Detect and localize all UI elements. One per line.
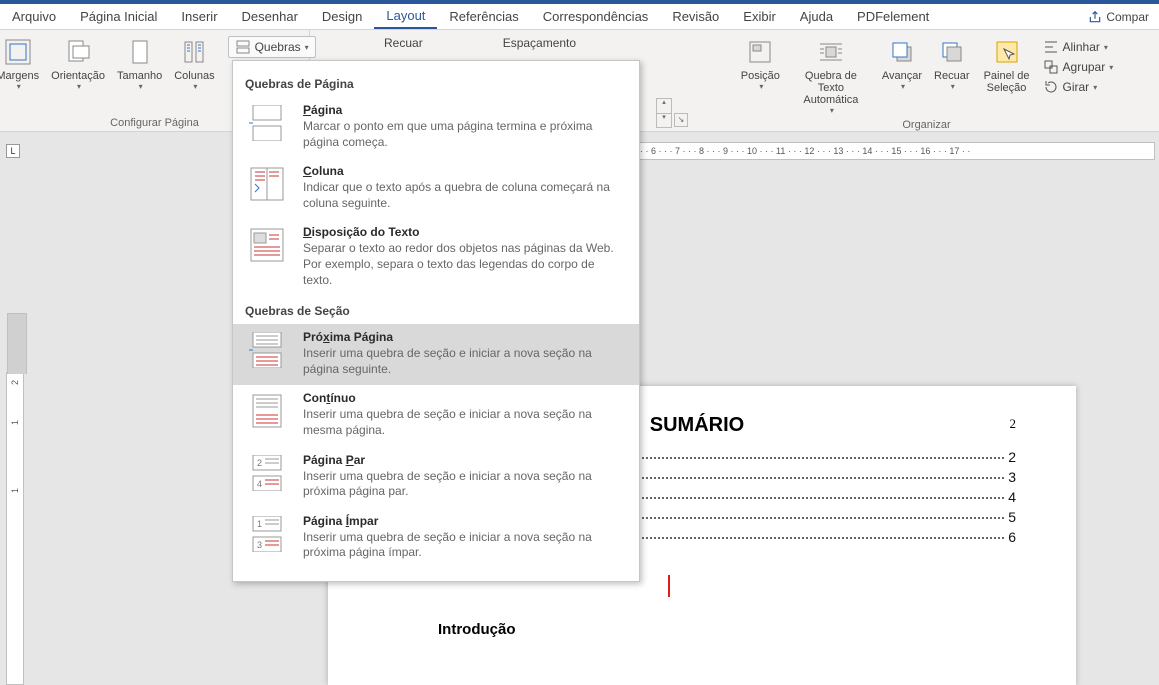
bring-forward-button[interactable]: Avançar — [879, 34, 925, 93]
bring-forward-icon — [886, 36, 918, 68]
page-break-icon — [245, 105, 289, 141]
group-label: Agrupar — [1063, 60, 1106, 74]
menu-design[interactable]: Design — [310, 4, 374, 29]
tab-selector[interactable]: L — [6, 144, 20, 158]
wrap-text-label: Quebra de Texto Automática — [792, 70, 870, 106]
send-backward-icon — [936, 36, 968, 68]
size-icon — [124, 36, 156, 68]
dd-next-page-title: Próxima Página — [303, 330, 627, 344]
menu-referencias[interactable]: Referências — [437, 4, 530, 29]
position-icon — [744, 36, 776, 68]
margins-icon — [2, 36, 34, 68]
breaks-button[interactable]: Quebras ▾ — [228, 36, 316, 58]
send-backward-button[interactable]: Recuar — [931, 34, 972, 93]
svg-text:2: 2 — [257, 458, 262, 468]
menu-pagina-inicial[interactable]: Página Inicial — [68, 4, 169, 29]
menu-desenhar[interactable]: Desenhar — [230, 4, 310, 29]
menu-exibir[interactable]: Exibir — [731, 4, 788, 29]
vertical-ruler[interactable]: 2 1 1 — [6, 372, 24, 685]
indent-label: Recuar — [384, 36, 423, 50]
columns-label: Colunas — [174, 70, 214, 82]
send-backward-label: Recuar — [934, 70, 969, 82]
dd-section-section-breaks: Quebras de Seção — [233, 296, 639, 324]
rotate-button[interactable]: Girar▾ — [1041, 78, 1116, 96]
wrap-text-icon — [815, 36, 847, 68]
margins-label: Margens — [0, 70, 39, 82]
align-label: Alinhar — [1063, 40, 1100, 54]
svg-text:4: 4 — [257, 479, 262, 489]
menu-correspondencias[interactable]: Correspondências — [531, 4, 661, 29]
size-label: Tamanho — [117, 70, 162, 82]
dd-item-next-page[interactable]: Próxima PáginaInserir uma quebra de seçã… — [233, 324, 639, 385]
breaks-dropdown: Quebras de Página PáginaMarcar o ponto e… — [232, 60, 640, 582]
group-page-setup-label: Configurar Página — [110, 115, 199, 129]
margins-button[interactable]: Margens — [0, 34, 42, 93]
selection-pane-label: Painel de Seleção — [982, 70, 1032, 94]
dd-item-page[interactable]: PáginaMarcar o ponto em que uma página t… — [233, 97, 639, 158]
align-icon — [1043, 39, 1059, 55]
next-page-icon — [245, 332, 289, 368]
dd-even-page-title: Página Par — [303, 453, 627, 467]
page-number: 2 — [1010, 416, 1017, 432]
spinner[interactable]: ▴▾ — [656, 98, 672, 128]
svg-text:3: 3 — [257, 540, 262, 550]
introducao-heading: Introdução — [438, 621, 1016, 638]
rotate-icon — [1043, 79, 1059, 95]
dd-odd-page-title: Página Ímpar — [303, 514, 627, 528]
dd-continuous-title: Contínuo — [303, 391, 627, 405]
group-icon — [1043, 59, 1059, 75]
dd-item-text-wrapping[interactable]: Disposição do TextoSeparar o texto ao re… — [233, 219, 639, 296]
position-button[interactable]: Posição — [738, 34, 783, 93]
horizontal-ruler[interactable]: · · 6 · · · 7 · · · 8 · · · 9 · · · 10 ·… — [635, 142, 1155, 160]
spacing-label: Espaçamento — [503, 36, 576, 50]
paragraph-launcher[interactable]: ↘ — [674, 113, 688, 127]
dd-item-continuous[interactable]: ContínuoInserir uma quebra de seção e in… — [233, 385, 639, 446]
text-wrap-break-icon — [245, 227, 289, 263]
continuous-icon — [245, 393, 289, 429]
breaks-label: Quebras — [255, 40, 301, 54]
breaks-icon — [235, 39, 251, 55]
dd-item-odd-page[interactable]: 13 Página ÍmparInserir uma quebra de seç… — [233, 508, 639, 569]
odd-page-icon: 13 — [245, 516, 289, 552]
dd-section-page-breaks: Quebras de Página — [233, 69, 639, 97]
menu-revisao[interactable]: Revisão — [660, 4, 731, 29]
size-button[interactable]: Tamanho — [114, 34, 165, 93]
selection-pane-button[interactable]: Painel de Seleção — [979, 34, 1035, 96]
svg-text:1: 1 — [257, 519, 262, 529]
dd-item-even-page[interactable]: 24 Página ParInserir uma quebra de seção… — [233, 447, 639, 508]
dd-item-column[interactable]: ColunaIndicar que o texto após a quebra … — [233, 158, 639, 219]
column-break-icon — [245, 166, 289, 202]
group-arrange: Posição Quebra de Texto Automática Avanç… — [694, 30, 1159, 131]
columns-icon — [178, 36, 210, 68]
share-icon — [1088, 10, 1102, 24]
menu-inserir[interactable]: Inserir — [169, 4, 229, 29]
orientation-button[interactable]: Orientação — [48, 34, 108, 93]
share-button[interactable]: Compar — [1078, 10, 1159, 24]
group-arrange-label: Organizar — [902, 117, 950, 131]
bring-forward-label: Avançar — [882, 70, 922, 82]
menu-pdfelement[interactable]: PDFelement — [845, 4, 941, 29]
columns-button[interactable]: Colunas — [171, 34, 217, 93]
menu-arquivo[interactable]: Arquivo — [0, 4, 68, 29]
rotate-label: Girar — [1063, 80, 1090, 94]
orientation-label: Orientação — [51, 70, 105, 82]
paragraph-labels: Recuar Espaçamento — [384, 36, 576, 50]
menu-layout[interactable]: Layout — [374, 4, 437, 29]
selection-pane-icon — [991, 36, 1023, 68]
even-page-icon: 24 — [245, 455, 289, 491]
position-label: Posição — [741, 70, 780, 82]
share-label: Compar — [1106, 10, 1149, 24]
text-cursor — [668, 575, 670, 597]
menu-ajuda[interactable]: Ajuda — [788, 4, 845, 29]
menu-bar: Arquivo Página Inicial Inserir Desenhar … — [0, 4, 1159, 30]
wrap-text-button[interactable]: Quebra de Texto Automática — [789, 34, 873, 117]
align-button[interactable]: Alinhar▾ — [1041, 38, 1116, 56]
group-button[interactable]: Agrupar▾ — [1041, 58, 1116, 76]
orientation-icon — [62, 36, 94, 68]
